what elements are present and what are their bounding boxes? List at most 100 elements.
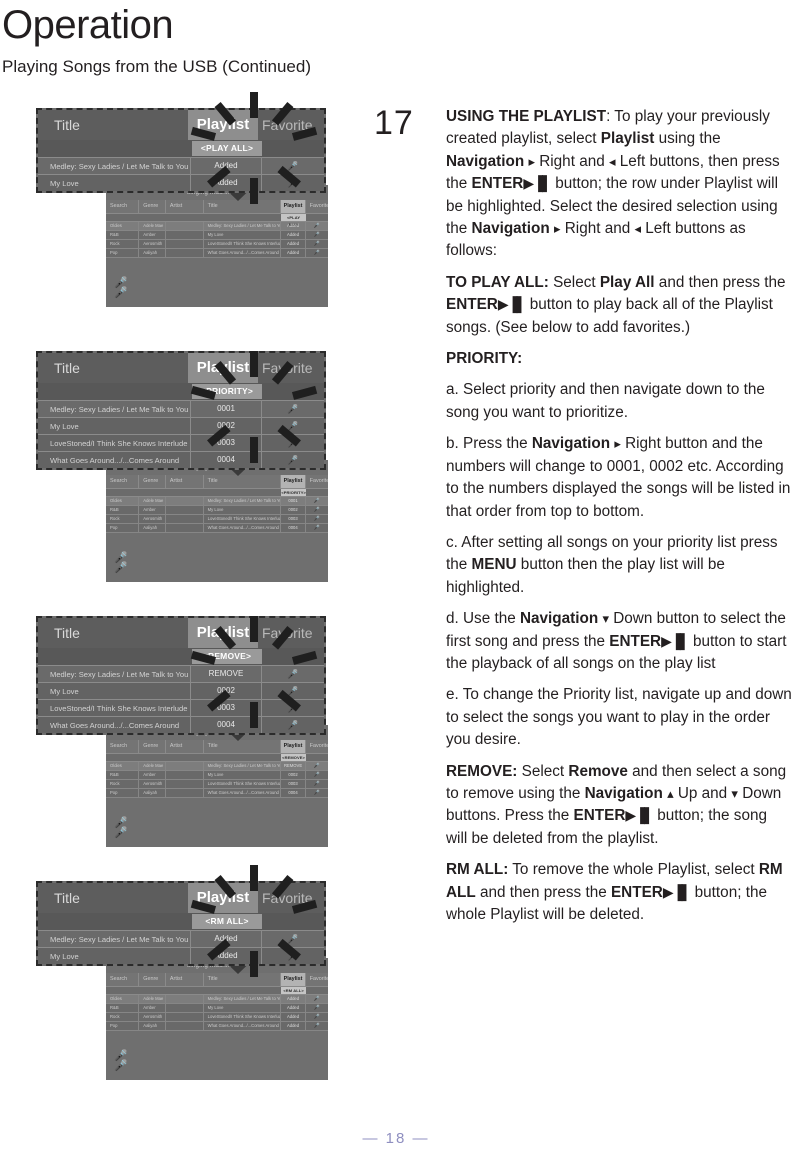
favorite-mic-icon[interactable]: 🎤 <box>262 700 324 716</box>
callout-song-row[interactable]: Medley: Sexy Ladies / Let Me Talk to You… <box>38 157 324 174</box>
inset-table-row[interactable]: Rock Aerosmith LoveStoned/I Think She Know… <box>106 1013 328 1022</box>
favorite-mic-icon[interactable]: 🎤 <box>262 683 324 699</box>
column-header-title[interactable]: Title <box>38 117 188 133</box>
playlist-status[interactable]: 0004 <box>190 452 262 468</box>
cell-playlist: 0001 <box>281 497 306 505</box>
column-header-playlist[interactable]: Playlist <box>188 353 258 383</box>
callout-song-row[interactable]: Medley: Sexy Ladies / Let Me Talk to You… <box>38 930 324 947</box>
column-header-playlist[interactable]: Playlist <box>281 200 306 213</box>
favorite-mic-icon[interactable]: 🎤 <box>262 948 324 964</box>
playlist-status[interactable]: 0003 <box>190 435 262 451</box>
column-header-artist[interactable]: Artist <box>166 200 204 213</box>
column-header-title[interactable]: Title <box>204 973 282 986</box>
inset-table-row[interactable]: Oldies Adele Mae Medley: Sexy Ladies / Let… <box>106 222 328 231</box>
column-header-title[interactable]: Title <box>204 740 282 753</box>
column-header-favorite[interactable]: Favorite <box>258 625 324 641</box>
inset-mode-spacer <box>106 214 139 221</box>
column-header-playlist[interactable]: Playlist <box>188 883 258 913</box>
column-header-title[interactable]: Title <box>204 200 282 213</box>
column-header-genre[interactable]: Genre <box>139 200 166 213</box>
column-header-search[interactable]: Search <box>106 740 140 753</box>
column-header-title[interactable]: Title <box>38 360 188 376</box>
column-header-search[interactable]: Search <box>106 200 140 213</box>
inset-table-row[interactable]: Pop Aaliyah What Goes Around.../...Comes A… <box>106 789 328 798</box>
inset-table-row[interactable]: Pop Aaliyah What Goes Around.../...Comes A… <box>106 1022 328 1031</box>
playlist-status[interactable]: 0001 <box>190 401 262 417</box>
inset-mode-label[interactable]: <RM ALL> <box>281 987 306 994</box>
playlist-status[interactable]: Added <box>190 948 262 964</box>
cell-title: Medley: Sexy Ladies / Let Me Talk to You <box>204 497 282 505</box>
column-header-title[interactable]: Title <box>204 475 282 488</box>
column-header-playlist[interactable]: Playlist <box>188 110 258 140</box>
column-header-playlist[interactable]: Playlist <box>281 740 306 753</box>
playlist-status[interactable]: 0002 <box>190 683 262 699</box>
callout-song-row[interactable]: Medley: Sexy Ladies / Let Me Talk to You… <box>38 400 324 417</box>
column-header-title[interactable]: Title <box>38 890 188 906</box>
favorite-mic-icon[interactable]: 🎤 <box>262 452 324 468</box>
inset-table-row[interactable]: Rock Aerosmith LoveStoned/I Think She Know… <box>106 780 328 789</box>
inset-table-row[interactable]: R&B Amber My Love Added 🎤 <box>106 1004 328 1013</box>
column-header-artist[interactable]: Artist <box>166 475 204 488</box>
playlist-status[interactable]: REMOVE <box>190 666 262 682</box>
column-header-title[interactable]: Title <box>38 625 188 641</box>
playlist-mode-label[interactable]: <PLAY ALL> <box>192 141 262 156</box>
callout-song-row[interactable]: My Love Added 🎤 <box>38 947 324 964</box>
callout-song-row[interactable]: What Goes Around.../...Comes Around 0004 🎤 <box>38 451 324 468</box>
favorite-mic-icon[interactable]: 🎤 <box>262 158 324 174</box>
playlist-mode-label[interactable]: <RM ALL> <box>192 914 262 929</box>
favorite-mic-icon[interactable]: 🎤 <box>262 931 324 947</box>
playlist-status[interactable]: Added <box>190 931 262 947</box>
column-header-favorite[interactable]: Favorite <box>258 890 324 906</box>
inset-table-row[interactable]: Oldies Adele Mae Medley: Sexy Ladies / Let… <box>106 497 328 506</box>
column-header-favorite[interactable]: Favorite <box>306 740 328 753</box>
column-header-playlist[interactable]: Playlist <box>188 618 258 648</box>
column-header-favorite[interactable]: Favorite <box>258 117 324 133</box>
favorite-mic-icon[interactable]: 🎤 <box>262 717 324 733</box>
column-header-favorite[interactable]: Favorite <box>306 200 328 213</box>
inset-table-row[interactable]: Oldies Adele Mae Medley: Sexy Ladies / Let… <box>106 762 328 771</box>
playlist-status[interactable]: Added <box>190 158 262 174</box>
column-header-favorite[interactable]: Favorite <box>306 475 328 488</box>
callout-song-row[interactable]: LoveStoned/I Think She Knows Interlude 00… <box>38 699 324 716</box>
column-header-favorite[interactable]: Favorite <box>306 973 328 986</box>
playlist-status[interactable]: 0002 <box>190 418 262 434</box>
playlist-status[interactable]: 0003 <box>190 700 262 716</box>
callout-song-row[interactable]: My Love 0002 🎤 <box>38 417 324 434</box>
favorite-mic-icon[interactable]: 🎤 <box>262 175 324 191</box>
column-header-playlist[interactable]: Playlist <box>281 475 306 488</box>
playlist-status[interactable]: 0004 <box>190 717 262 733</box>
callout-song-row[interactable]: My Love 0002 🎤 <box>38 682 324 699</box>
column-header-playlist[interactable]: Playlist <box>281 973 306 986</box>
inset-table-row[interactable]: Rock Aerosmith LoveStoned/I Think She Know… <box>106 515 328 524</box>
playlist-mode-label[interactable]: <REMOVE> <box>192 649 262 664</box>
favorite-mic-icon[interactable]: 🎤 <box>262 666 324 682</box>
inset-table-row[interactable]: Pop Aaliyah What Goes Around.../...Comes A… <box>106 524 328 533</box>
callout-song-row[interactable]: My Love Added 🎤 <box>38 174 324 191</box>
inset-table-row[interactable]: Oldies Adele Mae Medley: Sexy Ladies / Let… <box>106 995 328 1004</box>
column-header-artist[interactable]: Artist <box>166 740 204 753</box>
playlist-status[interactable]: Added <box>190 175 262 191</box>
column-header-search[interactable]: Search <box>106 475 140 488</box>
column-header-genre[interactable]: Genre <box>139 973 166 986</box>
column-header-favorite[interactable]: Favorite <box>258 360 324 376</box>
inset-mode-label[interactable]: <PLAY ALL> <box>281 214 306 227</box>
inset-table-row[interactable]: R&B Amber My Love Added 🎤 <box>106 231 328 240</box>
inset-mode-label[interactable]: <REMOVE> <box>281 754 306 761</box>
favorite-mic-icon: 🎤 <box>313 1023 320 1029</box>
inset-table-row[interactable]: Rock Aerosmith LoveStoned/I Think She Know… <box>106 240 328 249</box>
callout-song-row[interactable]: LoveStoned/I Think She Knows Interlude 00… <box>38 434 324 451</box>
favorite-mic-icon[interactable]: 🎤 <box>262 401 324 417</box>
column-header-genre[interactable]: Genre <box>139 475 166 488</box>
column-header-search[interactable]: Search <box>106 973 140 986</box>
inset-table-row[interactable]: R&B Amber My Love 0002 🎤 <box>106 506 328 515</box>
inset-table-row[interactable]: Pop Aaliyah What Goes Around.../...Comes A… <box>106 249 328 258</box>
inset-mode-label[interactable]: <PRIORITY> <box>281 489 306 496</box>
callout-song-row[interactable]: What Goes Around.../...Comes Around 0004 🎤 <box>38 716 324 733</box>
column-header-artist[interactable]: Artist <box>166 973 204 986</box>
playlist-mode-label[interactable]: <PRIORITY> <box>192 384 262 399</box>
inset-table-row[interactable]: R&B Amber My Love 0002 🎤 <box>106 771 328 780</box>
column-header-genre[interactable]: Genre <box>139 740 166 753</box>
favorite-mic-icon[interactable]: 🎤 <box>262 418 324 434</box>
callout-song-row[interactable]: Medley: Sexy Ladies / Let Me Talk to You… <box>38 665 324 682</box>
favorite-mic-icon[interactable]: 🎤 <box>262 435 324 451</box>
